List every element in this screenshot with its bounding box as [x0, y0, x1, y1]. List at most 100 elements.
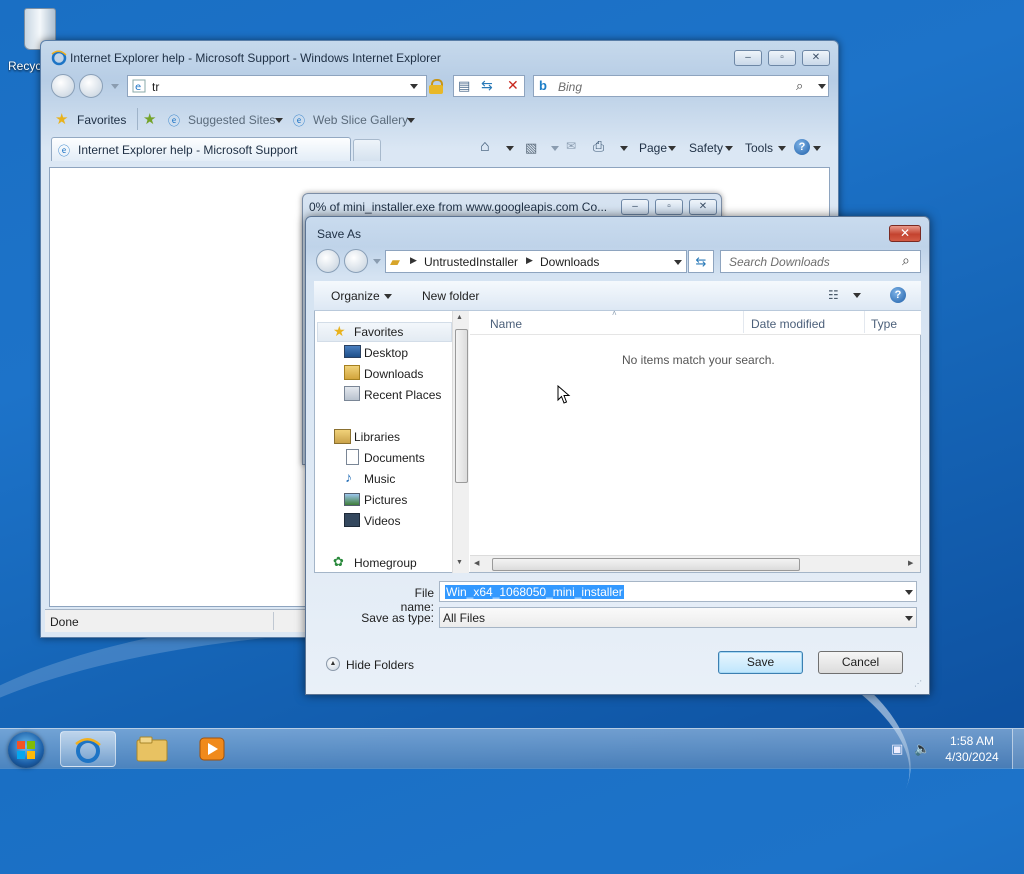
tools-menu[interactable]: Tools — [745, 141, 773, 155]
download-close-button[interactable]: ✕ — [689, 199, 717, 215]
volume-muted-icon[interactable]: 🔈 — [914, 741, 930, 757]
page-menu-arrow[interactable] — [668, 146, 676, 151]
ie-maximize-button[interactable]: ▫ — [768, 50, 796, 66]
ie-back-button[interactable] — [51, 74, 75, 98]
taskbar-media-player[interactable] — [184, 731, 240, 767]
dialog-forward-button[interactable] — [344, 249, 368, 273]
breadcrumb-untrustedinstaller[interactable]: UntrustedInstaller — [424, 255, 518, 269]
organize-dropdown-arrow[interactable] — [384, 294, 392, 299]
dialog-recent-arrow[interactable] — [373, 259, 381, 264]
taskbar-file-explorer[interactable] — [124, 731, 180, 767]
search-dropdown-arrow[interactable] — [818, 84, 826, 89]
column-date-modified[interactable]: Date modified — [751, 317, 825, 331]
breadcrumb-dropdown-arrow[interactable] — [674, 260, 682, 265]
tree-pictures[interactable]: Pictures — [364, 493, 407, 507]
help-icon[interactable]: ? — [794, 139, 810, 155]
file-name-dropdown-arrow[interactable] — [905, 590, 913, 595]
tools-menu-arrow[interactable] — [778, 146, 786, 151]
ie-address-bar[interactable]: e tr — [127, 75, 427, 97]
tree-favorites[interactable]: Favorites — [354, 325, 403, 339]
hide-folders-button[interactable]: Hide Folders — [346, 658, 414, 672]
column-name[interactable]: Name — [490, 317, 522, 331]
start-button[interactable] — [8, 732, 44, 768]
network-icon[interactable]: ▣ — [891, 741, 903, 757]
home-dropdown-arrow[interactable] — [506, 146, 514, 151]
taskbar-clock[interactable]: 1:58 AM 4/30/2024 — [942, 733, 1002, 765]
search-icon[interactable]: ⌕ — [796, 78, 803, 94]
scroll-left-arrow[interactable]: ◀ — [474, 559, 479, 567]
organize-button[interactable]: Organize — [331, 289, 380, 303]
tree-documents[interactable]: Documents — [364, 451, 425, 465]
clock-date: 4/30/2024 — [945, 750, 999, 764]
scroll-up-arrow[interactable]: ▲ — [456, 314, 463, 321]
cancel-button[interactable]: Cancel — [818, 651, 903, 674]
save-as-dialog[interactable]: Save As ✕ ▰ ▶ UntrustedInstaller ▶ Downl… — [305, 216, 930, 695]
mail-icon[interactable]: ✉ — [566, 139, 576, 153]
dialog-search-icon[interactable]: ⌕ — [902, 252, 910, 269]
page-menu[interactable]: Page — [639, 141, 667, 155]
stop-icon[interactable]: ✕ — [507, 77, 519, 94]
taskbar-internet-explorer[interactable] — [60, 731, 116, 767]
dialog-refresh-icon[interactable]: ⇆ — [688, 250, 714, 273]
safety-menu-arrow[interactable] — [725, 146, 733, 151]
tree-homegroup[interactable]: Homegroup — [354, 556, 417, 570]
homegroup-icon: ✿ — [333, 554, 344, 569]
dialog-help-icon[interactable]: ? — [890, 287, 906, 303]
hide-folders-icon[interactable]: ▲ — [326, 657, 340, 671]
tree-music[interactable]: Music — [364, 472, 395, 486]
ie-status-text: Done — [50, 615, 79, 629]
ie-recent-pages-arrow[interactable] — [111, 84, 119, 89]
ie-tab-active[interactable]: ⓔ Internet Explorer help - Microsoft Sup… — [51, 137, 351, 161]
show-desktop-button[interactable] — [1012, 729, 1024, 769]
ie-forward-button[interactable] — [79, 74, 103, 98]
ie-search-box[interactable]: b Bing ⌕ — [533, 75, 829, 97]
ie-close-button[interactable]: ✕ — [802, 50, 830, 66]
favorites-button[interactable]: Favorites — [77, 113, 126, 127]
dialog-back-button[interactable] — [316, 249, 340, 273]
dialog-breadcrumb-bar[interactable]: ▰ ▶ UntrustedInstaller ▶ Downloads — [385, 250, 687, 273]
scroll-down-arrow[interactable]: ▼ — [456, 559, 463, 566]
new-folder-button[interactable]: New folder — [422, 289, 479, 303]
save-dialog-close-button[interactable]: ✕ — [889, 225, 921, 242]
dialog-search-box[interactable]: Search Downloads ⌕ — [720, 250, 921, 273]
view-options-icon[interactable]: ☷ — [828, 288, 839, 302]
download-maximize-button[interactable]: ▫ — [655, 199, 683, 215]
suggested-sites-link[interactable]: Suggested Sites — [188, 113, 275, 127]
print-dropdown-arrow[interactable] — [620, 146, 628, 151]
add-favorites-icon[interactable]: ★ — [143, 110, 156, 128]
files-horizontal-scrollbar[interactable]: ◀ ▶ — [470, 555, 920, 572]
tree-recent-places[interactable]: Recent Places — [364, 388, 441, 402]
feeds-icon[interactable]: ▧ — [525, 140, 537, 156]
files-scroll-thumb[interactable] — [492, 558, 800, 571]
resize-grip-icon[interactable]: ⋰ — [914, 679, 922, 688]
tree-scroll-thumb[interactable] — [455, 329, 468, 483]
tree-downloads[interactable]: Downloads — [364, 367, 423, 381]
suggested-sites-arrow[interactable] — [275, 118, 283, 123]
save-as-type-select[interactable]: All Files — [439, 607, 917, 628]
help-dropdown-arrow[interactable] — [813, 146, 821, 151]
save-button[interactable]: Save — [718, 651, 803, 674]
view-options-arrow[interactable] — [853, 293, 861, 298]
web-slice-arrow[interactable] — [407, 118, 415, 123]
home-icon[interactable]: ⌂ — [480, 138, 490, 156]
address-dropdown-arrow[interactable] — [410, 84, 418, 89]
feeds-dropdown-arrow[interactable] — [551, 146, 559, 151]
new-tab-button[interactable] — [353, 139, 381, 161]
print-icon[interactable]: ⎙ — [593, 138, 604, 155]
web-slice-gallery-link[interactable]: Web Slice Gallery — [313, 113, 408, 127]
compat-view-icon[interactable]: ▤ — [458, 78, 470, 94]
breadcrumb-downloads[interactable]: Downloads — [540, 255, 599, 269]
save-type-dropdown-arrow[interactable] — [905, 616, 913, 621]
lock-icon[interactable] — [429, 79, 443, 94]
safety-menu[interactable]: Safety — [689, 141, 723, 155]
file-name-input[interactable]: Win_x64_1068050_mini_installer — [439, 581, 917, 602]
refresh-icon[interactable]: ⇆ — [481, 77, 493, 94]
tree-desktop[interactable]: Desktop — [364, 346, 408, 360]
tree-videos[interactable]: Videos — [364, 514, 400, 528]
scroll-right-arrow[interactable]: ▶ — [908, 559, 913, 567]
ie-minimize-button[interactable]: ‒ — [734, 50, 762, 66]
column-type[interactable]: Type — [871, 317, 897, 331]
tree-libraries[interactable]: Libraries — [354, 430, 400, 444]
tree-vertical-scrollbar[interactable]: ▲ ▼ — [452, 311, 469, 573]
download-minimize-button[interactable]: ‒ — [621, 199, 649, 215]
